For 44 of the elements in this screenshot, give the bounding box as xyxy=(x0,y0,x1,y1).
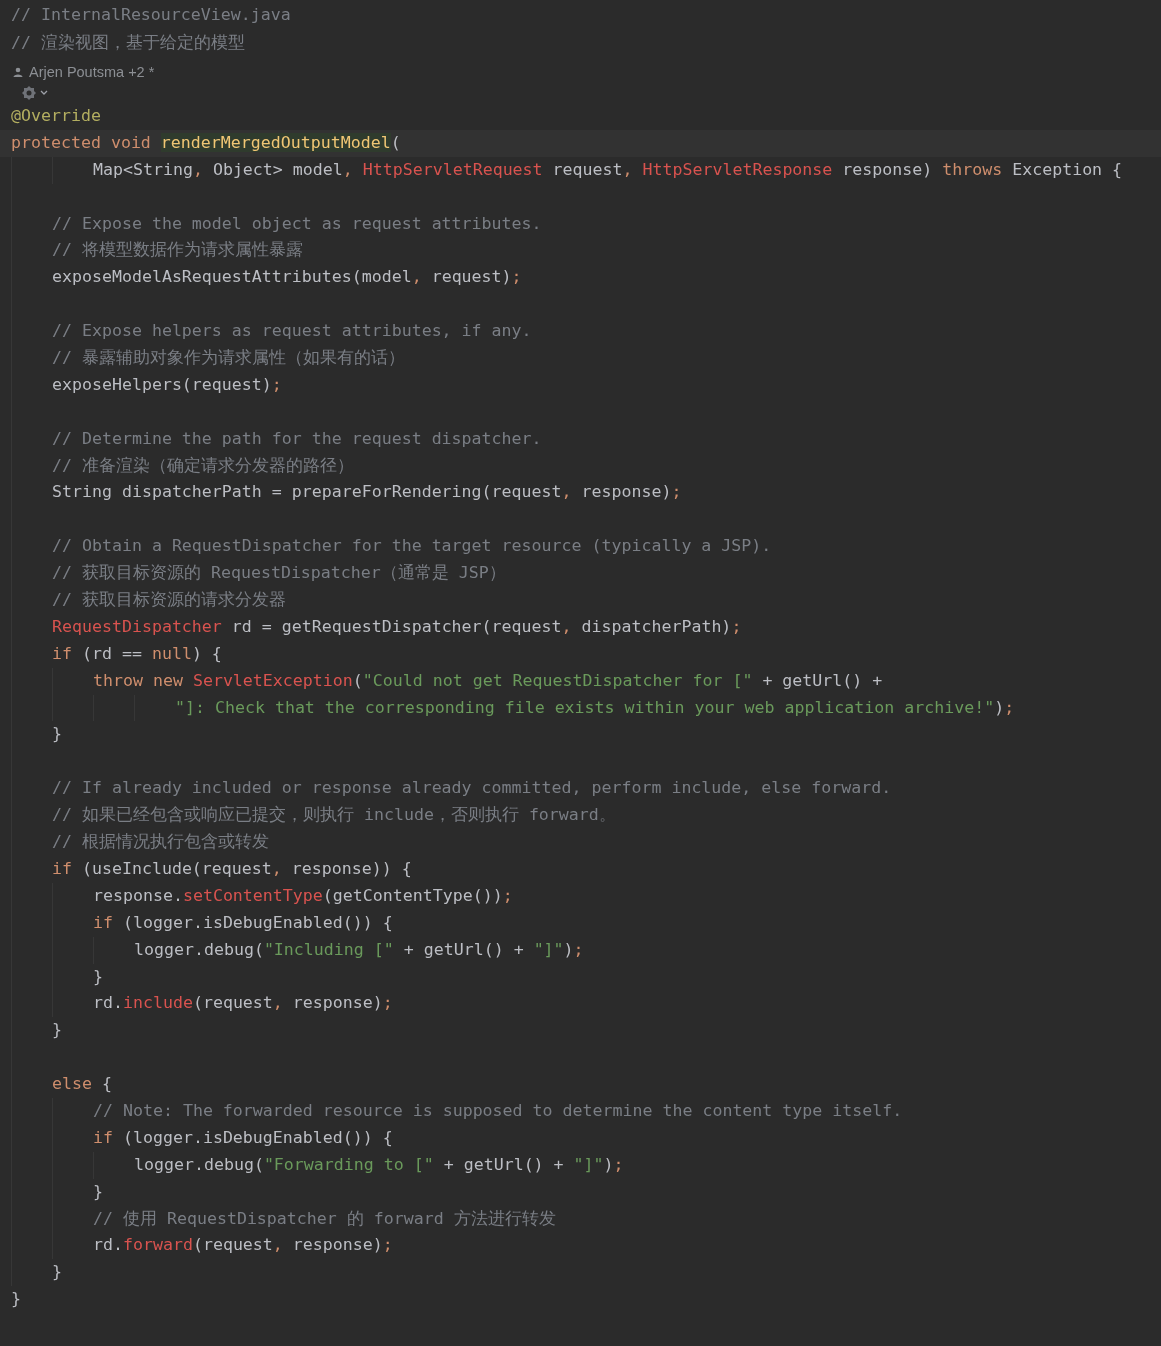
code-line: RequestDispatcher rd = getRequestDispatcher(request, dispatcherPath); xyxy=(52,615,742,638)
code-line: throw new ServletException("Could not get RequestDispatcher for [" + getUrl() + xyxy=(93,669,883,692)
code-line: // Expose helpers as request attributes, if any. xyxy=(52,320,532,343)
code-line: exposeModelAsRequestAttributes(model, request); xyxy=(52,266,522,289)
code-line: @Override xyxy=(11,105,101,127)
code-line: rd.forward(request, response); xyxy=(93,1234,393,1257)
code-line: // 暴露辅助对象作为请求属性（如果有的话） xyxy=(52,347,405,369)
chevron-down-icon[interactable] xyxy=(40,90,48,96)
code-line: } xyxy=(11,1288,21,1311)
code-line: rd.include(request, response); xyxy=(93,992,393,1015)
code-line: // 获取目标资源的请求分发器 xyxy=(52,589,286,612)
code-line: // Determine the path for the request dispatcher. xyxy=(52,427,542,450)
code-line: "]: Check that the corresponding file exists within your web application archive!"); xyxy=(175,696,1015,719)
code-line: // Expose the model object as request attributes. xyxy=(52,212,542,235)
person-icon xyxy=(13,66,23,77)
code-line: } xyxy=(52,1019,62,1042)
code-line: Map<String, Object> model, HttpServletRequest request, HttpServletResponse response) throws Exception { xyxy=(93,158,1123,181)
code-line: if (logger.isDebugEnabled()) { xyxy=(93,1126,393,1149)
code-line: // Note: The forwarded resource is supposed to determine the content type itself. xyxy=(93,1099,903,1122)
code-line: if (rd == null) { xyxy=(52,642,222,665)
code-line: } xyxy=(93,965,103,988)
code-line: } xyxy=(93,1180,103,1203)
code-line: // InternalResourceView.java xyxy=(11,4,291,26)
code-line: // 将模型数据作为请求属性暴露 xyxy=(52,239,303,262)
code-line: // 根据情况执行包含或转发 xyxy=(52,831,269,854)
code-line: } xyxy=(52,1261,62,1284)
gear-icon[interactable] xyxy=(21,85,37,101)
code-line: // If already included or response already committed, perform include, else forward. xyxy=(52,777,892,800)
code-line: // Obtain a RequestDispatcher for the target resource (typically a JSP). xyxy=(52,535,772,558)
code-line: if (logger.isDebugEnabled()) { xyxy=(93,911,393,934)
code-line: String dispatcherPath = prepareForRendering(request, response); xyxy=(52,481,682,504)
code-line: if (useInclude(request, response)) { xyxy=(52,857,412,880)
code-line: // 渲染视图，基于给定的模型 xyxy=(11,32,245,54)
code-line: // 如果已经包含或响应已提交，则执行 include，否则执行 forward。 xyxy=(52,804,616,827)
code-line: } xyxy=(52,723,62,746)
code-line: response.setContentType(getContentType()); xyxy=(93,884,513,907)
code-line: else { xyxy=(52,1073,112,1096)
code-line: // 准备渲染（确定请求分发器的路径） xyxy=(52,454,354,477)
code-line: logger.debug("Including [" + getUrl() + "]"); xyxy=(134,938,584,961)
code-line: exposeHelpers(request); xyxy=(52,373,282,396)
code-line: logger.debug("Forwarding to [" + getUrl() + "]"); xyxy=(134,1153,624,1176)
author-hint[interactable]: Arjen Poutsma +2 * xyxy=(29,63,155,80)
code-line: // 使用 RequestDispatcher 的 forward 方法进行转发 xyxy=(93,1207,556,1230)
code-line: // 获取目标资源的 RequestDispatcher（通常是 JSP） xyxy=(52,562,506,585)
